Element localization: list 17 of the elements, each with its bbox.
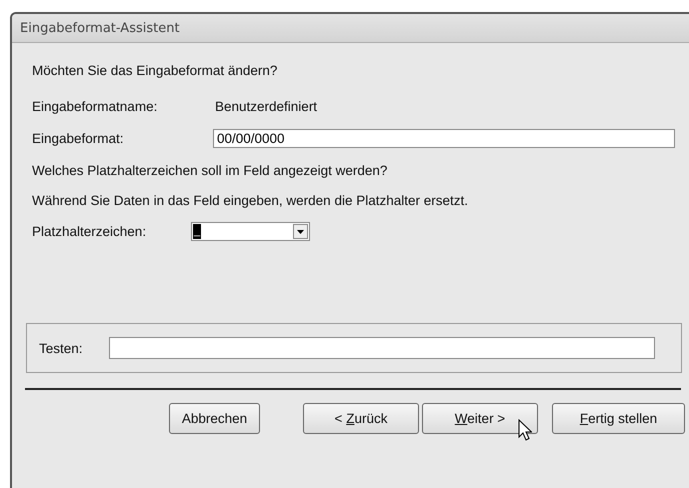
dialog-button[interactable]: Weiter >	[422, 403, 538, 434]
input-field[interactable]: 00/00/0000	[213, 128, 675, 148]
input-field[interactable]	[109, 337, 655, 359]
window-title: Eingabeformat-Assistent	[20, 20, 180, 36]
dropdown[interactable]: _	[191, 222, 310, 241]
field-label: Eingabeformatname:	[32, 98, 158, 114]
field-label: Platzhalterzeichen:	[32, 224, 148, 239]
mouse-cursor-icon	[518, 419, 532, 441]
instruction-text: Welches Platzhalterzeichen soll im Feld angezeigt werden?	[32, 163, 388, 178]
instruction-text: Während Sie Daten in das Feld eingeben, werden die Platzhalter ersetzt.	[32, 193, 470, 208]
field-value: Benutzerdefiniert	[215, 98, 318, 114]
question-text: Möchten Sie das Eingabeformat ändern?	[32, 63, 278, 78]
dialog-button[interactable]: Abbrechen	[169, 403, 260, 434]
dialog-button[interactable]: Fertig stellen	[552, 403, 685, 434]
dialog-button[interactable]: < Zurück	[303, 403, 419, 434]
field-label: Testen:	[39, 340, 84, 356]
field-label: Eingabeformat:	[32, 130, 125, 146]
